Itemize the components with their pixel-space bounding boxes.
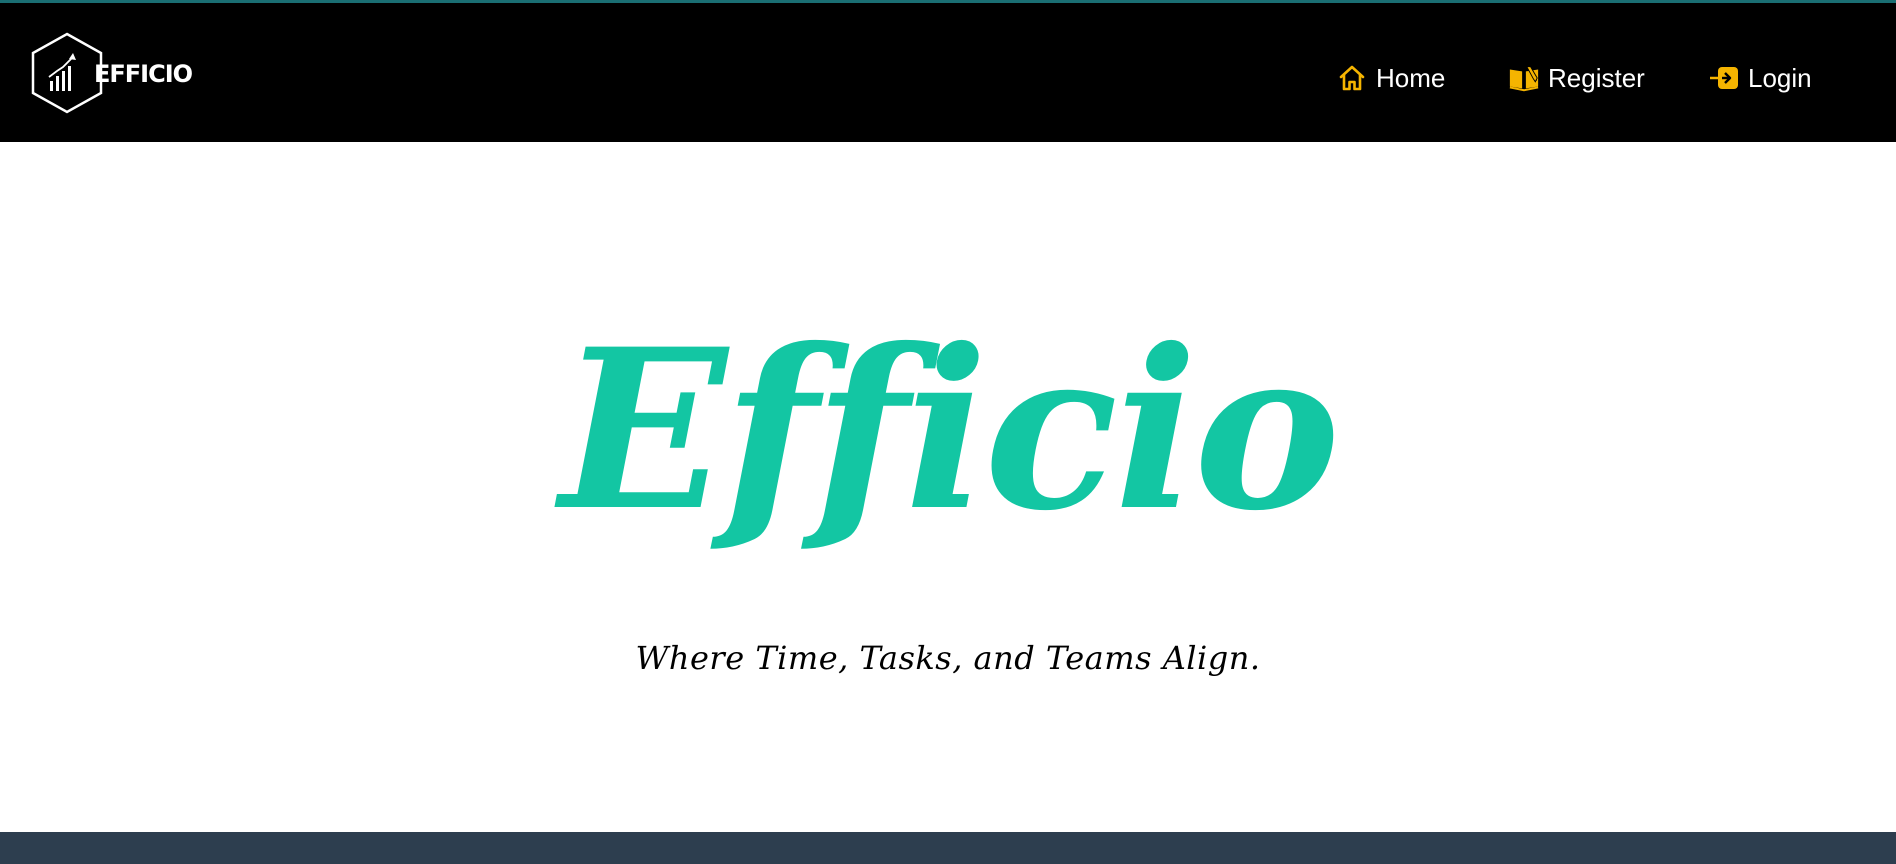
nav-login-label: Login — [1748, 62, 1812, 93]
navbar: EFFICIO Home Register Login — [0, 3, 1896, 142]
main-nav: Home Register Login — [1296, 6, 1896, 145]
home-icon — [1336, 62, 1368, 94]
brand-logo-text: EFFICIO — [94, 60, 193, 88]
nav-login[interactable]: Login — [1708, 59, 1812, 97]
register-book-icon — [1508, 62, 1540, 94]
login-icon — [1708, 62, 1740, 94]
nav-register[interactable]: Register — [1508, 59, 1645, 97]
hero-tagline: Where Time, Tasks, and Teams Align. — [635, 639, 1261, 677]
nav-home[interactable]: Home — [1336, 59, 1445, 97]
page: EFFICIO Home Register Login Efficio Wher… — [0, 0, 1896, 864]
hero-title: Efficio — [559, 300, 1341, 559]
footer-band — [0, 832, 1896, 864]
nav-register-label: Register — [1548, 62, 1645, 93]
brand-logo-link[interactable]: EFFICIO — [30, 31, 193, 115]
nav-home-label: Home — [1376, 62, 1446, 93]
hexagon-logo-icon — [31, 32, 103, 114]
